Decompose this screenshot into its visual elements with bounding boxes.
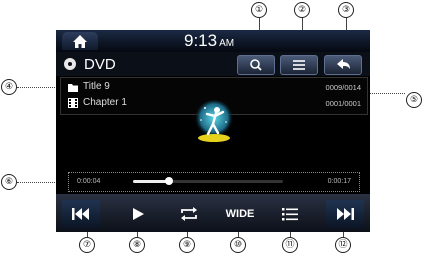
elapsed-time: 0:00:04 <box>77 178 101 185</box>
callout-4-line <box>17 87 61 88</box>
source-header: DVD <box>56 52 370 76</box>
progress-fill <box>133 180 169 183</box>
wide-label: WIDE <box>225 208 255 220</box>
play-button[interactable] <box>120 200 156 228</box>
chapter-count: 0001/0001 <box>325 99 361 108</box>
callout-10: ⑩ <box>230 237 246 253</box>
disc-icon <box>64 58 76 70</box>
repeat-button[interactable] <box>171 200 207 228</box>
source-title: DVD <box>84 56 116 73</box>
device-screen: 9:13 AM DVD Title 9 0009/0014 Chapter 1 … <box>56 30 370 232</box>
previous-button[interactable] <box>62 200 100 228</box>
list-button[interactable] <box>272 200 308 228</box>
film-icon <box>68 98 78 108</box>
callout-11: ⑪ <box>282 237 298 253</box>
back-arrow-icon <box>337 59 350 69</box>
callout-8: ⑧ <box>129 237 145 253</box>
next-button[interactable] <box>326 200 364 228</box>
callout-7: ⑦ <box>79 237 95 253</box>
dvd-placeholder-image <box>194 100 234 142</box>
menu-icon <box>293 60 305 70</box>
clock: 9:13 AM <box>184 31 234 51</box>
playback-controls: WIDE <box>56 194 370 232</box>
play-icon <box>133 208 144 220</box>
callout-9: ⑨ <box>179 237 195 253</box>
total-time: 0:00:17 <box>327 178 351 185</box>
skip-previous-icon <box>72 208 89 220</box>
callout-5-line <box>367 93 405 94</box>
wide-button[interactable]: WIDE <box>220 200 260 228</box>
title-count: 0009/0014 <box>325 83 361 92</box>
search-button[interactable] <box>237 55 275 75</box>
callout-5: ⑤ <box>406 92 422 108</box>
home-button[interactable] <box>62 32 98 50</box>
clock-ampm: AM <box>219 38 235 49</box>
callout-3: ③ <box>338 2 354 18</box>
progress-knob[interactable] <box>165 177 173 185</box>
chapter-label: Chapter 1 <box>83 97 127 108</box>
progress-area: 0:00:04 0:00:17 <box>68 172 360 192</box>
callout-4: ④ <box>1 79 17 95</box>
progress-track[interactable] <box>133 177 283 185</box>
callout-12: ⑫ <box>335 237 351 253</box>
repeat-icon <box>181 207 197 221</box>
home-icon <box>73 35 87 48</box>
callout-1: ① <box>251 2 267 18</box>
callout-2: ② <box>294 2 310 18</box>
clock-time: 9:13 <box>184 31 218 50</box>
callout-6: ⑥ <box>1 174 17 190</box>
skip-next-icon <box>337 208 354 220</box>
back-button[interactable] <box>324 55 362 75</box>
list-icon <box>282 208 298 221</box>
menu-button[interactable] <box>280 55 318 75</box>
title-label: Title 9 <box>83 81 110 92</box>
status-bar: 9:13 AM <box>56 30 370 52</box>
search-icon <box>250 59 262 71</box>
folder-icon <box>68 84 78 92</box>
